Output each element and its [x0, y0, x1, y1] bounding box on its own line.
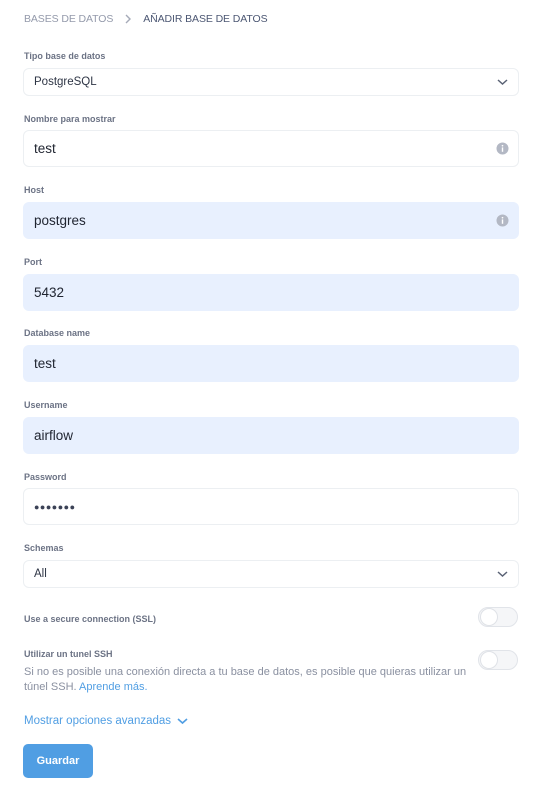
info-icon[interactable]: [495, 142, 509, 156]
host-value: postgres: [34, 213, 86, 228]
port-value: 5432: [34, 285, 65, 300]
learn-more-link[interactable]: Aprende más.: [79, 681, 147, 693]
display-name-value: test: [34, 141, 56, 156]
breadcrumb-current: AÑADIR BASE DE DATOS: [143, 13, 268, 25]
schemas-value: All: [34, 568, 47, 580]
display-name-input[interactable]: test: [23, 130, 519, 167]
advanced-options-toggle[interactable]: Mostrar opciones avanzadas: [24, 713, 189, 729]
display-name-label: Nombre para mostrar: [24, 114, 116, 124]
toggle-knob: [481, 652, 497, 668]
save-button[interactable]: Guardar: [23, 744, 93, 778]
ssh-description: Si no es posible una conexión directa a …: [24, 665, 474, 695]
toggle-knob: [481, 609, 497, 625]
chevron-down-icon: [177, 715, 189, 727]
schemas-label: Schemas: [24, 543, 64, 553]
username-value: airflow: [34, 428, 74, 443]
breadcrumb-databases-link[interactable]: BASES DE DATOS: [24, 13, 113, 25]
info-icon[interactable]: [495, 214, 509, 228]
db-type-label: Tipo base de datos: [24, 51, 106, 61]
database-name-value: test: [34, 356, 56, 371]
db-type-select[interactable]: PostgreSQL: [23, 68, 519, 96]
chevron-down-icon: [495, 567, 509, 581]
username-input[interactable]: airflow: [23, 417, 519, 454]
database-name-input[interactable]: test: [23, 345, 519, 382]
breadcrumb: BASES DE DATOS AÑADIR BASE DE DATOS: [24, 12, 268, 26]
port-label: Port: [24, 257, 42, 267]
password-value: ●●●●●●●: [34, 501, 76, 512]
advanced-options-label: Mostrar opciones avanzadas: [24, 715, 172, 727]
host-label: Host: [24, 185, 44, 195]
chevron-down-icon: [495, 75, 509, 89]
ssh-toggle[interactable]: [478, 650, 518, 670]
host-input[interactable]: postgres: [23, 202, 519, 239]
username-label: Username: [24, 400, 68, 410]
database-name-label: Database name: [24, 328, 91, 338]
password-input[interactable]: ●●●●●●●: [23, 488, 519, 525]
chevron-right-icon: [121, 12, 135, 26]
port-input[interactable]: 5432: [23, 274, 519, 311]
db-type-value: PostgreSQL: [34, 76, 97, 88]
ssl-toggle[interactable]: [478, 607, 518, 627]
password-label: Password: [24, 472, 67, 482]
ssh-label: Utilizar un tunel SSH: [24, 649, 113, 659]
schemas-select[interactable]: All: [23, 560, 519, 588]
ssl-label: Use a secure connection (SSL): [24, 614, 157, 624]
